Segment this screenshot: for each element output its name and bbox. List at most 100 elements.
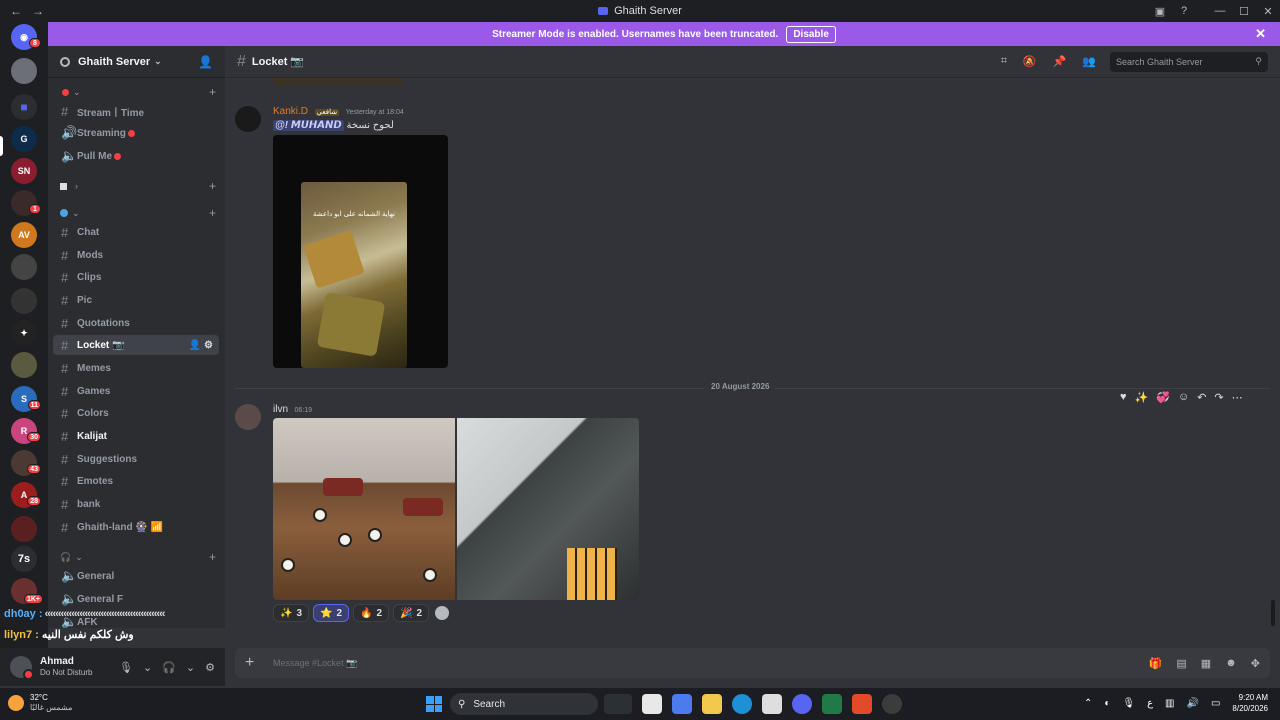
channel-bank[interactable]: # bank: [53, 494, 219, 514]
attach-plus-icon[interactable]: +: [245, 654, 273, 672]
emoji-icon[interactable]: ☻: [1225, 657, 1237, 670]
edge-icon[interactable]: [732, 694, 752, 714]
pin-icon[interactable]: 📌: [1053, 55, 1067, 68]
server-icon[interactable]: AV: [11, 222, 37, 248]
server-icon[interactable]: [11, 288, 37, 314]
file-explorer-icon[interactable]: [702, 694, 722, 714]
invite-icon[interactable]: 👤: [189, 340, 201, 351]
add-reaction-icon[interactable]: ☺: [1178, 391, 1189, 404]
server-icon[interactable]: ✦: [11, 320, 37, 346]
members-icon[interactable]: 👥: [1082, 55, 1096, 68]
channel-streaming[interactable]: 🔊 Streaming: [53, 123, 219, 143]
avatar[interactable]: [235, 106, 261, 132]
scrollbar[interactable]: [1271, 600, 1275, 626]
notifications-muted-icon[interactable]: 🔕: [1023, 55, 1037, 68]
close-icon[interactable]: ✕: [1255, 26, 1266, 42]
server-icon[interactable]: R 30: [11, 418, 41, 444]
gif-icon[interactable]: ▤: [1176, 657, 1186, 670]
message-input[interactable]: [273, 658, 973, 668]
channel-memes[interactable]: # Memes: [53, 358, 219, 378]
author-name[interactable]: ilvn: [273, 404, 288, 415]
brave-icon[interactable]: [852, 694, 872, 714]
volume-icon[interactable]: 🔊: [1187, 698, 1199, 709]
sticker-icon[interactable]: ▦: [1201, 657, 1211, 670]
battery-icon[interactable]: ▭: [1211, 698, 1220, 709]
reaction-fire[interactable]: 🔥 2: [353, 604, 390, 622]
help-icon[interactable]: ?: [1172, 5, 1196, 17]
channel-chat[interactable]: # Chat: [53, 222, 219, 242]
server-icon[interactable]: 1: [11, 190, 41, 216]
sparkle-reaction-icon[interactable]: ✨: [1135, 391, 1149, 404]
microphone-icon[interactable]: 🎙: [119, 661, 133, 674]
add-channel-icon[interactable]: +: [209, 85, 216, 99]
reaction-sparkles[interactable]: ✨ 3: [273, 604, 310, 622]
tray-app-icon[interactable]: ◐: [1104, 698, 1110, 709]
maximize-button[interactable]: ☐: [1232, 5, 1256, 18]
hearts-reaction-icon[interactable]: 💞: [1156, 391, 1170, 404]
server-7s-icon[interactable]: 7s: [11, 546, 37, 572]
network-icon[interactable]: ▥: [1165, 698, 1174, 709]
add-channel-icon[interactable]: +: [209, 550, 216, 564]
forward-arrow-icon[interactable]: →: [32, 4, 44, 18]
search-input[interactable]: Search Ghaith Server ⚲: [1110, 51, 1268, 72]
folder-icon[interactable]: ■: [11, 94, 37, 120]
discord-home-icon[interactable]: ◉ 8: [11, 24, 41, 50]
server-icon[interactable]: A 28: [11, 482, 41, 508]
server-icon[interactable]: SN: [11, 158, 37, 184]
reaction-party[interactable]: 🎉 2: [393, 604, 430, 622]
channel-ghaith-land[interactable]: # Ghaith-land 🎡 📶: [53, 517, 219, 537]
chevron-down-icon[interactable]: ⌄: [143, 661, 152, 674]
guild-header[interactable]: Ghaith Server ⌄ 👤: [48, 46, 225, 78]
disable-button[interactable]: Disable: [786, 25, 836, 43]
add-reaction-icon[interactable]: [435, 606, 450, 620]
author-name[interactable]: Kanki.D: [273, 106, 308, 117]
server-icon[interactable]: [11, 58, 37, 84]
obs-icon[interactable]: [882, 694, 902, 714]
reaction-star[interactable]: ⭐ 2: [313, 604, 350, 622]
channel-suggestions[interactable]: # Suggestions: [53, 449, 219, 469]
avatar[interactable]: [235, 404, 261, 430]
add-channel-icon[interactable]: +: [209, 179, 216, 193]
close-window-button[interactable]: ✕: [1256, 5, 1280, 18]
threads-icon[interactable]: ⌗: [1001, 55, 1007, 68]
add-member-icon[interactable]: 👤: [198, 55, 213, 69]
more-icon[interactable]: ⋯: [1232, 391, 1243, 404]
image-attachment-building[interactable]: [457, 418, 639, 600]
channel-games[interactable]: # Games: [53, 381, 219, 401]
channel-locket[interactable]: # Locket 📷 👤 ⚙: [53, 335, 219, 355]
channel-emotes[interactable]: # Emotes: [53, 471, 219, 491]
gear-icon[interactable]: ⚙: [204, 340, 213, 351]
user-mention[interactable]: @! 𝙈𝙐𝙃𝘼𝙉𝘿: [273, 120, 344, 131]
channel-general[interactable]: 🔈 General: [53, 566, 219, 586]
weather-widget[interactable]: 32°C مشمس غالبًا: [8, 693, 72, 713]
server-icon[interactable]: 1K+: [11, 578, 43, 604]
discord-icon[interactable]: [792, 694, 812, 714]
heart-reaction-icon[interactable]: ♥: [1120, 391, 1127, 404]
start-button[interactable]: [426, 696, 442, 712]
server-icon[interactable]: 43: [11, 450, 41, 476]
channel-mods[interactable]: # Mods: [53, 245, 219, 265]
server-icon[interactable]: [11, 352, 37, 378]
server-icon[interactable]: [11, 254, 37, 280]
category-header[interactable]: ⌄ +: [60, 85, 220, 99]
channel-pull-me[interactable]: 🔈 Pull Me: [53, 146, 219, 166]
taskbar-search[interactable]: ⚲ Search: [450, 693, 598, 715]
task-view-icon[interactable]: [642, 694, 662, 714]
reply-icon[interactable]: ↶: [1197, 391, 1206, 404]
server-ghaith-icon[interactable]: G: [11, 126, 37, 152]
channel-colors[interactable]: # Colors: [53, 403, 219, 423]
channel-stream-time[interactable]: # Stream丨Time: [53, 101, 219, 121]
chevron-down-icon[interactable]: ⌄: [186, 661, 195, 674]
category-header[interactable]: 🎧 ⌄ +: [60, 550, 220, 564]
category-header[interactable]: › +: [60, 179, 220, 193]
channel-pic[interactable]: # Pic: [53, 290, 219, 310]
apps-icon[interactable]: ✥: [1251, 657, 1260, 670]
channel-quotations[interactable]: # Quotations: [53, 313, 219, 333]
image-attachment-cafe[interactable]: [273, 418, 455, 600]
widget-icon[interactable]: [604, 694, 632, 714]
settings-gear-icon[interactable]: ⚙: [205, 661, 215, 674]
language-indicator[interactable]: ع: [1147, 698, 1153, 709]
store-icon[interactable]: [762, 694, 782, 714]
add-channel-icon[interactable]: +: [209, 206, 216, 220]
minimize-button[interactable]: —: [1208, 5, 1232, 17]
